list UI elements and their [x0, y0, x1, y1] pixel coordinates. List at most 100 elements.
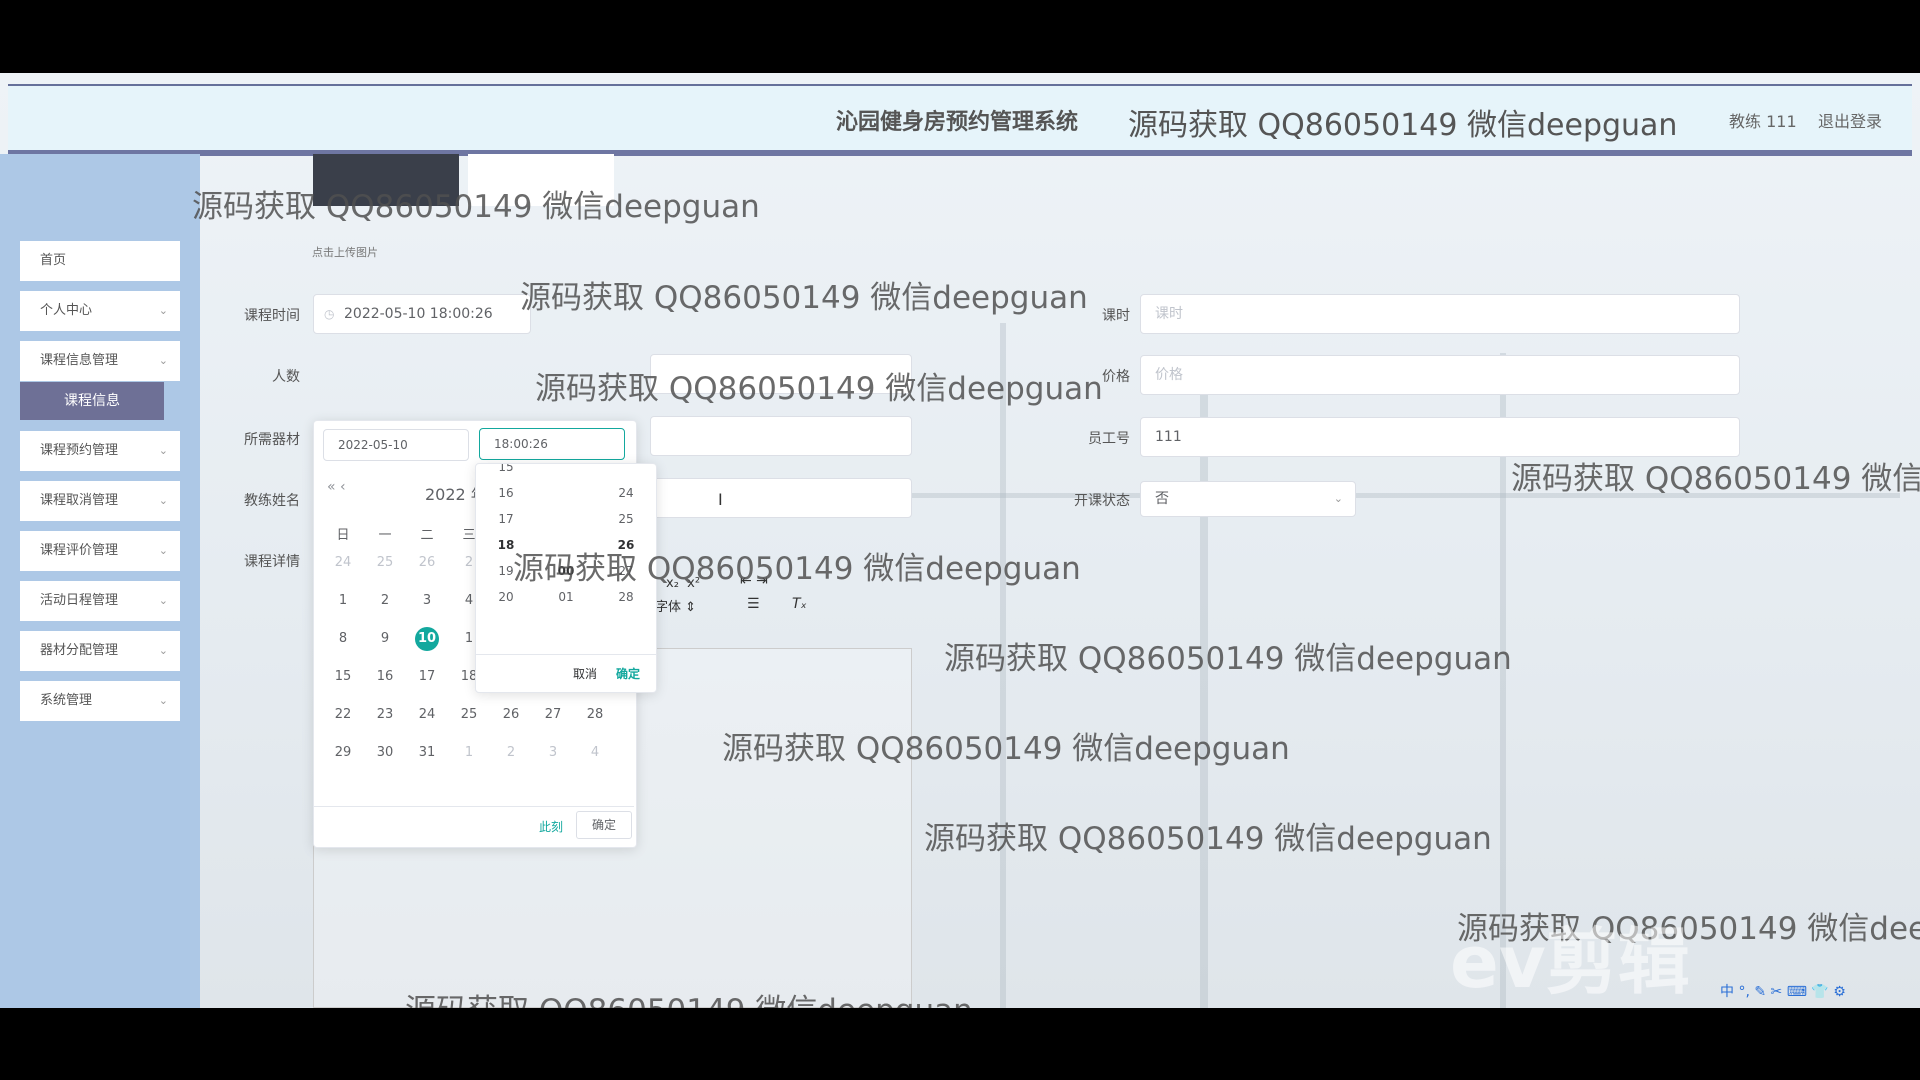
text-cursor-icon: I — [718, 490, 723, 509]
current-user: 教练 111 — [1729, 112, 1797, 131]
calendar-day[interactable]: 8 — [327, 627, 359, 651]
calendar-day[interactable]: 3 — [537, 741, 569, 765]
weekday-mon: 一 — [378, 528, 392, 543]
time-seconds-cell[interactable]: 24 — [606, 486, 646, 500]
upload-hint[interactable]: 点击上传图片 — [312, 244, 378, 260]
top-header: 沁园健身房预约管理系统 源码获取 QQ86050149 微信deepguan 教… — [8, 84, 1912, 156]
font-select[interactable]: 字体 ⇕ — [655, 596, 696, 615]
equipment-input[interactable] — [650, 416, 912, 456]
calendar-day[interactable]: 31 — [411, 741, 443, 765]
now-button[interactable]: 此刻 — [539, 818, 563, 835]
calendar-day[interactable]: 22 — [327, 703, 359, 727]
calendar-day[interactable]: 2 — [369, 589, 401, 613]
align-icon[interactable]: ☰ — [747, 596, 760, 612]
coach-name-input[interactable] — [650, 478, 912, 518]
logout-link[interactable]: 退出登录 — [1818, 108, 1882, 132]
watermark-text: 源码获取 QQ86050149 微信deepguan — [944, 641, 1512, 677]
superscript-subscript-icons[interactable]: x₂ x² — [666, 576, 700, 591]
calendar-day[interactable]: 27 — [537, 703, 569, 727]
ime-toolbar[interactable]: 中 °, ✎ ✂ ⌨ 👕 ⚙ — [1720, 981, 1920, 1003]
sidebar-item-label: 课程预约管理 — [40, 443, 119, 458]
chevron-down-icon: ⌄ — [158, 444, 168, 457]
calendar-day[interactable]: 1 — [327, 589, 359, 613]
price-label: 价格 — [1102, 369, 1130, 385]
class-status-value: 否 — [1155, 491, 1169, 507]
calendar-day[interactable]: 25 — [453, 703, 485, 727]
chevron-down-icon: ⌄ — [158, 694, 168, 707]
course-details-label: 课程详情 — [244, 554, 300, 570]
sidebar-item-personal-center[interactable]: 个人中心 ⌄ — [20, 291, 180, 331]
watermark-text: 源码获取 QQ86050149 微信deepguan — [520, 280, 1088, 316]
calendar-day[interactable]: 15 — [327, 665, 359, 689]
sidebar-item-review-mgmt[interactable]: 课程评价管理 ⌄ — [20, 531, 180, 571]
calendar-day[interactable]: 26 — [495, 703, 527, 727]
calendar-day[interactable]: 26 — [411, 551, 443, 575]
chevron-down-icon: ⌄ — [158, 304, 168, 317]
time-hours-cell[interactable]: 18 — [486, 538, 526, 552]
hours-input[interactable]: 课时 — [1140, 294, 1740, 334]
calendar-day[interactable]: 3 — [411, 589, 443, 613]
calendar-day-selected[interactable]: 10 — [415, 627, 439, 651]
calendar-day[interactable]: 25 — [369, 551, 401, 575]
sidebar-item-equipment-mgmt[interactable]: 器材分配管理 ⌄ — [20, 631, 180, 671]
clock-icon: ◷ — [324, 307, 335, 321]
hours-label: 课时 — [1102, 308, 1130, 324]
sidebar-item-label: 活动日程管理 — [40, 593, 119, 608]
time-seconds-cell[interactable]: 26 — [606, 538, 646, 552]
calendar-day[interactable]: 4 — [579, 741, 611, 765]
picker-confirm-button[interactable]: 确定 — [576, 811, 632, 839]
time-confirm-button[interactable]: 确定 — [616, 665, 640, 682]
sidebar-item-schedule-mgmt[interactable]: 活动日程管理 ⌄ — [20, 581, 180, 621]
sidebar-item-label: 课程信息管理 — [40, 353, 119, 368]
time-seconds-cell[interactable]: 28 — [606, 590, 646, 604]
image-upload-slot[interactable] — [468, 154, 614, 206]
select-arrows-icon: ⇕ — [685, 600, 697, 615]
time-cancel-button[interactable]: 取消 — [573, 665, 597, 682]
time-seconds-cell[interactable]: 25 — [606, 512, 646, 526]
time-hours-cell[interactable]: 19 — [486, 564, 526, 578]
sidebar-item-home[interactable]: 首页 — [20, 241, 180, 281]
calendar-day[interactable]: 1 — [453, 741, 485, 765]
calendar-day[interactable]: 17 — [411, 665, 443, 689]
coach-name-label: 教练姓名 — [244, 493, 300, 509]
submenu-course-info[interactable]: 课程信息 — [20, 382, 164, 420]
clear-format-icon[interactable]: Tₓ — [792, 596, 807, 612]
calendar-day[interactable]: 24 — [411, 703, 443, 727]
time-minutes-cell[interactable]: 01 — [546, 590, 586, 604]
time-seconds-cell[interactable]: 27 — [606, 564, 646, 578]
calendar-day[interactable]: 9 — [369, 627, 401, 651]
calendar-day[interactable]: 16 — [369, 665, 401, 689]
time-hours-cell[interactable]: 17 — [486, 512, 526, 526]
picker-date-input[interactable]: 2022-05-10 — [323, 429, 469, 461]
indent-icons[interactable]: ⇤ ⇥ — [740, 573, 768, 589]
people-input[interactable] — [650, 354, 912, 394]
picker-time-input[interactable]: 18:00:26 — [479, 428, 625, 460]
class-status-label: 开课状态 — [1074, 493, 1130, 509]
sidebar-item-course-info-mgmt[interactable]: 课程信息管理 ⌄ — [20, 341, 180, 381]
sidebar-item-system-mgmt[interactable]: 系统管理 ⌄ — [20, 681, 180, 721]
time-hours-cell[interactable]: 20 — [486, 590, 526, 604]
watermark-text: 源码获取 QQ86050149 微信d — [1511, 461, 1920, 497]
time-footer-divider — [476, 654, 656, 655]
time-hours-cell[interactable]: 16 — [486, 486, 526, 500]
time-hours-cell[interactable]: 15 — [486, 464, 526, 474]
time-spinner-panel: 15 16 17 18 19 20 00 01 24 25 26 27 28 取消 确定 — [475, 463, 657, 693]
class-status-select[interactable]: 否 ⌄ — [1140, 481, 1356, 517]
price-input[interactable]: 价格 — [1140, 355, 1740, 395]
staff-number-input[interactable]: 111 — [1140, 417, 1740, 457]
time-minutes-cell[interactable]: 00 — [546, 564, 586, 578]
course-time-input[interactable]: ◷ 2022-05-10 18:00:26 — [313, 294, 531, 334]
calendar-day[interactable]: 30 — [369, 741, 401, 765]
calendar-day[interactable]: 23 — [369, 703, 401, 727]
sidebar-item-booking-mgmt[interactable]: 课程预约管理 ⌄ — [20, 431, 180, 471]
sidebar-item-label: 首页 — [40, 253, 67, 268]
sidebar-item-cancel-mgmt[interactable]: 课程取消管理 ⌄ — [20, 481, 180, 521]
calendar-day[interactable]: 28 — [579, 703, 611, 727]
prev-year-month-icon[interactable]: « ‹ — [327, 479, 346, 495]
calendar-day[interactable]: 29 — [327, 741, 359, 765]
app-title: 沁园健身房预约管理系统 — [836, 110, 1079, 135]
calendar-day[interactable]: 24 — [327, 551, 359, 575]
course-image-thumbnail[interactable] — [313, 154, 459, 206]
calendar-day[interactable]: 2 — [495, 741, 527, 765]
sidebar-item-label: 课程评价管理 — [40, 543, 119, 558]
